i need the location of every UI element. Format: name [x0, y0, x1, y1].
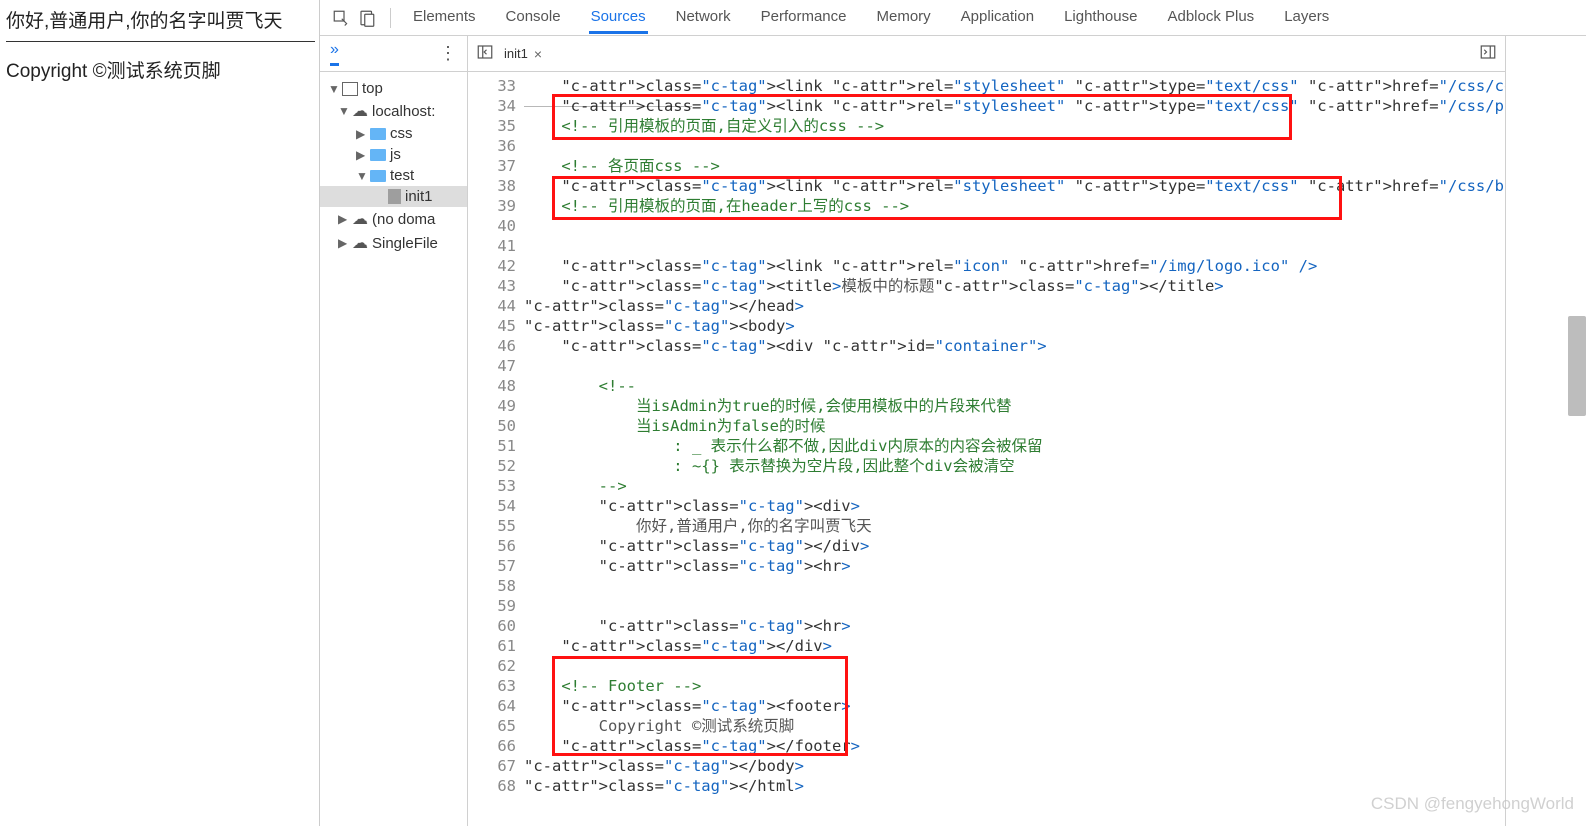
devtools-tabs: Elements Console Sources Network Performance…	[411, 2, 1331, 34]
code-line[interactable]: "c-attr">class="c-tag"></body>	[524, 756, 1505, 776]
source-tabs-bar: init1 ×	[468, 36, 1505, 72]
devtools-tab-network[interactable]: Network	[674, 2, 733, 34]
code-line[interactable]: "c-attr">class="c-tag"><body>	[524, 316, 1505, 336]
devtools-tab-performance[interactable]: Performance	[759, 2, 849, 34]
device-toggle-icon[interactable]	[356, 7, 378, 29]
code-line[interactable]: <!--	[524, 376, 1505, 396]
code-line[interactable]: "c-attr">class="c-tag"><link "c-attr">re…	[524, 256, 1505, 276]
watermark: CSDN @fengyehongWorld	[1371, 794, 1574, 814]
code-line[interactable]: "c-attr">class="c-tag"></html>	[524, 776, 1505, 796]
greeting-text: 你好,普通用户,你的名字叫贾飞天	[6, 6, 315, 33]
devtools-tab-application[interactable]: Application	[959, 2, 1036, 34]
nav-menu-icon[interactable]: ⋮	[439, 43, 457, 64]
file-tab-init1[interactable]: init1 ×	[500, 44, 546, 64]
code-line[interactable]: "c-attr">class="c-tag"><title>模板中的标题"c-a…	[524, 276, 1505, 296]
code-line[interactable]: "c-attr">class="c-tag"><link "c-attr">re…	[524, 96, 1505, 116]
code-line[interactable]: <!-- 各页面css -->	[524, 156, 1505, 176]
tree-top[interactable]: ▼top	[320, 78, 467, 99]
copyright-text: Copyright ©测试系统页脚	[6, 56, 315, 83]
devtools-toolbar: Elements Console Sources Network Performance…	[320, 0, 1586, 36]
tree-nodomain[interactable]: ▶☁(no doma	[320, 207, 467, 231]
file-tree: ▼top ▼☁localhost: ▶css ▶js ▼test init1 ▶…	[320, 72, 467, 261]
devtools-tab-elements[interactable]: Elements	[411, 2, 478, 34]
line-gutter: 3334353637383940414243444546474849505152…	[468, 72, 524, 826]
code-line[interactable]: "c-attr">class="c-tag"><div "c-attr">id=…	[524, 336, 1505, 356]
code-line[interactable]	[524, 596, 1505, 616]
file-tab-label: init1	[504, 46, 528, 61]
code-line[interactable]: "c-attr">class="c-tag"><hr>	[524, 556, 1505, 576]
devtools-tab-memory[interactable]: Memory	[875, 2, 933, 34]
code-line[interactable]: : ~{} 表示替换为空片段,因此整个div会被清空	[524, 456, 1505, 476]
source-column: init1 × 33343536373839404142434445464748…	[468, 36, 1506, 826]
code-line[interactable]	[524, 216, 1505, 236]
tree-folder-test[interactable]: ▼test	[320, 165, 467, 186]
code-line[interactable]: "c-attr">class="c-tag"></div>	[524, 536, 1505, 556]
code-line[interactable]: "c-attr">class="c-tag"></head>	[524, 296, 1505, 316]
code-line[interactable]: "c-attr">class="c-tag"><hr>	[524, 616, 1505, 636]
devtools-tab-adblock-plus[interactable]: Adblock Plus	[1165, 2, 1256, 34]
code-line[interactable]: <!-- 引用模板的页面,自定义引入的css -->	[524, 116, 1505, 136]
tree-folder-css[interactable]: ▶css	[320, 123, 467, 144]
devtools-tab-lighthouse[interactable]: Lighthouse	[1062, 2, 1139, 34]
devtools-tab-console[interactable]: Console	[504, 2, 563, 34]
code-area[interactable]: 3334353637383940414243444546474849505152…	[468, 72, 1505, 826]
rendered-page: 你好,普通用户,你的名字叫贾飞天 Copyright ©测试系统页脚	[0, 0, 320, 826]
code-line[interactable]: "c-attr">class="c-tag"></div>	[524, 636, 1505, 656]
code-line[interactable]: 当isAdmin为true的时候,会使用模板中的片段来代替	[524, 396, 1505, 416]
code-line[interactable]: "c-attr">class="c-tag"><link "c-attr">re…	[524, 76, 1505, 96]
code-line[interactable]: <!-- 引用模板的页面,在header上写的css -->	[524, 196, 1505, 216]
code-line[interactable]	[524, 576, 1505, 596]
code-line[interactable]: 你好,普通用户,你的名字叫贾飞天	[524, 516, 1505, 536]
toggle-navigator-icon[interactable]	[476, 43, 494, 64]
code-line[interactable]: -->	[524, 476, 1505, 496]
code-content[interactable]: "c-attr">class="c-tag"><link "c-attr">re…	[524, 72, 1505, 826]
code-line[interactable]: : _ 表示什么都不做,因此div内原本的内容会被保留	[524, 436, 1505, 456]
tree-file-init1[interactable]: init1	[320, 186, 467, 207]
run-snippet-icon[interactable]	[1479, 43, 1497, 64]
code-line[interactable]	[524, 136, 1505, 156]
code-line[interactable]	[524, 356, 1505, 376]
code-line[interactable]: <!-- Footer -->	[524, 676, 1505, 696]
code-line[interactable]: Copyright ©测试系统页脚	[524, 716, 1505, 736]
code-line[interactable]: 当isAdmin为false的时候	[524, 416, 1505, 436]
close-tab-icon[interactable]: ×	[534, 46, 542, 62]
code-line[interactable]: "c-attr">class="c-tag"><footer>	[524, 696, 1505, 716]
devtools-panel: Elements Console Sources Network Performance…	[320, 0, 1586, 826]
tree-singlefile[interactable]: ▶☁SingleFile	[320, 231, 467, 255]
navigator-column: » ⋮ ▼top ▼☁localhost: ▶css ▶js ▼test ini…	[320, 36, 468, 826]
code-line[interactable]: "c-attr">class="c-tag"><link "c-attr">re…	[524, 176, 1505, 196]
nav-more-icon[interactable]: »	[330, 41, 339, 66]
code-line[interactable]	[524, 656, 1505, 676]
divider	[6, 41, 315, 42]
navigator-head: » ⋮	[320, 36, 467, 72]
devtools-tab-sources[interactable]: Sources	[589, 2, 648, 34]
code-line[interactable]: "c-attr">class="c-tag"></footer>	[524, 736, 1505, 756]
inspect-icon[interactable]	[330, 7, 352, 29]
code-line[interactable]	[524, 236, 1505, 256]
tree-host[interactable]: ▼☁localhost:	[320, 99, 467, 123]
devtools-tab-layers[interactable]: Layers	[1282, 2, 1331, 34]
separator	[390, 8, 391, 28]
code-line[interactable]: "c-attr">class="c-tag"><div>	[524, 496, 1505, 516]
tree-folder-js[interactable]: ▶js	[320, 144, 467, 165]
scrollbar-thumb[interactable]	[1568, 316, 1586, 416]
